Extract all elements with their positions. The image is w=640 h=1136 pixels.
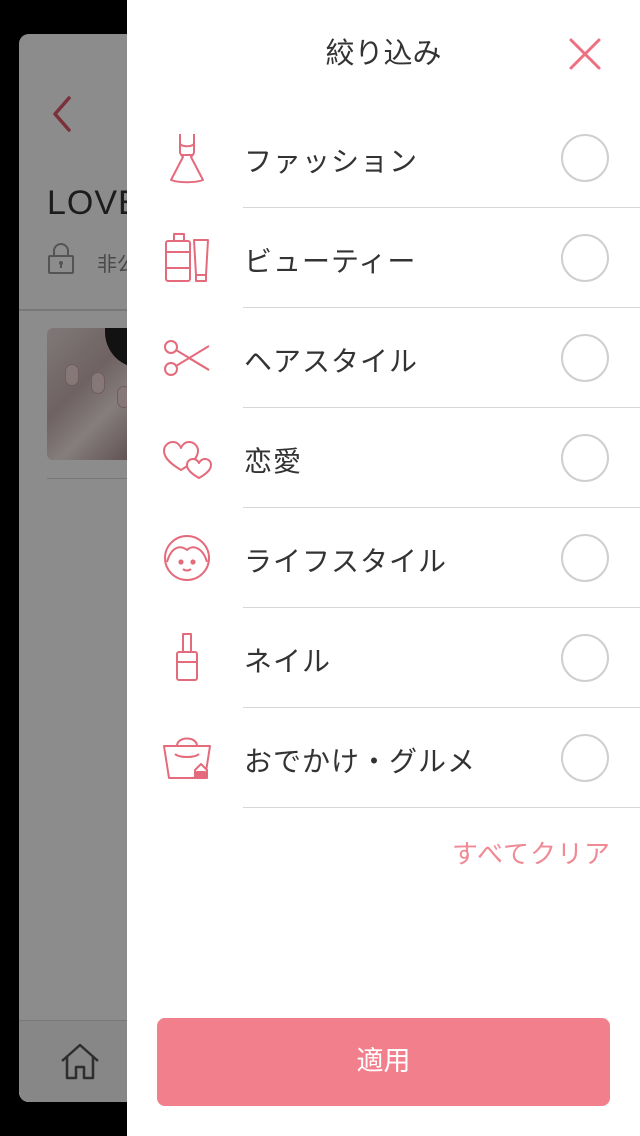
- category-row-nail[interactable]: ネイル: [127, 608, 640, 708]
- category-row-lifestyle[interactable]: ライフスタイル: [127, 508, 640, 608]
- hearts-icon: [163, 441, 212, 479]
- row-divider: [243, 807, 640, 808]
- cosmetics-icon: [165, 233, 209, 282]
- category-radio[interactable]: [561, 134, 609, 182]
- category-radio[interactable]: [561, 734, 609, 782]
- scissors-icon: [164, 340, 210, 376]
- dress-icon: [170, 134, 204, 184]
- category-label: ビューティー: [244, 245, 417, 278]
- category-row-romance[interactable]: 恋愛: [127, 408, 640, 508]
- category-row-outing-gourmet[interactable]: おでかけ・グルメ: [127, 708, 640, 808]
- category-radio[interactable]: [561, 534, 609, 582]
- close-icon[interactable]: [567, 36, 603, 72]
- filter-panel: 絞り込み ファッション ビューティー ヘアスタイル 恋愛 ライフスタイル ネイル…: [127, 0, 640, 1136]
- category-radio[interactable]: [561, 634, 609, 682]
- category-label: ファッション: [244, 145, 419, 178]
- category-label: おでかけ・グルメ: [244, 745, 477, 778]
- category-row-hairstyle[interactable]: ヘアスタイル: [127, 308, 640, 408]
- category-label: ネイル: [244, 645, 332, 678]
- clear-all-link[interactable]: すべてクリア: [427, 834, 611, 871]
- panel-title: 絞り込み: [325, 36, 442, 70]
- apply-button[interactable]: 適用: [157, 1018, 610, 1106]
- category-label: ヘアスタイル: [244, 345, 419, 378]
- category-label: ライフスタイル: [244, 545, 448, 578]
- bag-icon: [163, 737, 211, 779]
- girl-face-icon: [164, 535, 210, 581]
- category-radio[interactable]: [561, 334, 609, 382]
- category-radio[interactable]: [561, 234, 609, 282]
- nail-polish-icon: [176, 633, 198, 681]
- category-radio[interactable]: [561, 434, 609, 482]
- screen: LOVE 非公 絞り込み ファッション ビューティー ヘアスタイル 恋愛 ライフ…: [0, 0, 640, 1136]
- category-label: 恋愛: [244, 445, 303, 478]
- category-row-beauty[interactable]: ビューティー: [127, 208, 640, 308]
- category-row-fashion[interactable]: ファッション: [127, 108, 640, 208]
